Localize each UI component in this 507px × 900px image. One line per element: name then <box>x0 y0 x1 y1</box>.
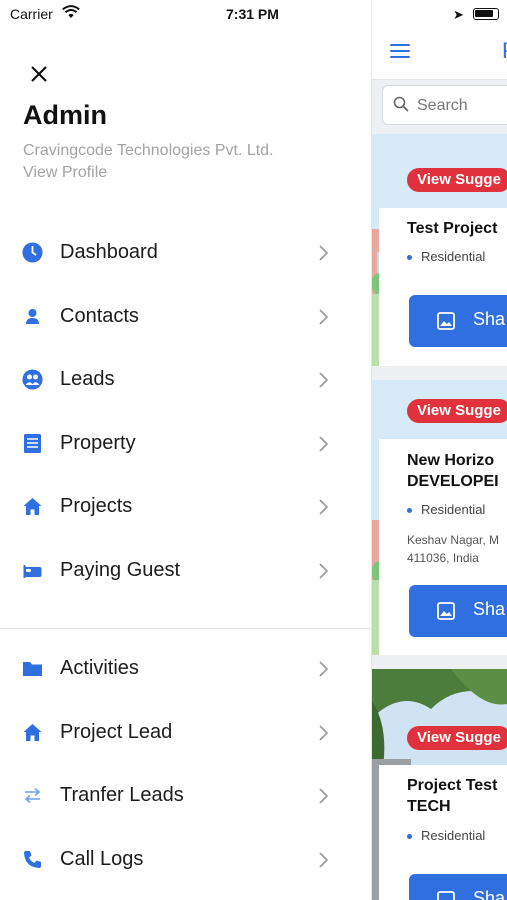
home-icon <box>23 498 42 515</box>
close-icon[interactable] <box>30 65 48 83</box>
chevron-right-icon <box>319 661 328 677</box>
project-title-line: TECH <box>407 798 451 815</box>
project-title-line: Project Test <box>407 777 498 794</box>
location-arrow-icon: ➤ <box>453 7 464 22</box>
chevron-right-icon <box>319 563 328 579</box>
menu-item-leads[interactable]: Leads <box>0 357 350 403</box>
phone-icon <box>24 851 41 868</box>
status-bar: Carrier 7:31 PM <box>0 0 372 30</box>
menu-item-label: Projects <box>60 495 133 517</box>
chevron-right-icon <box>319 245 328 261</box>
chevron-right-icon <box>319 852 328 868</box>
menu-item-property[interactable]: Property <box>0 421 350 467</box>
background-app-screen: ➤ P View Sugge Test Project Residential … <box>371 0 507 900</box>
chevron-right-icon <box>319 436 328 452</box>
menu-item-label: Activities <box>60 657 139 679</box>
project-card[interactable]: View Sugge Project Test TECH Residential… <box>371 669 507 900</box>
chevron-right-icon <box>319 499 328 515</box>
dashboard-icon <box>22 242 43 263</box>
property-document-icon <box>24 434 41 453</box>
menu-item-label: Paying Guest <box>60 559 181 581</box>
menu-item-dashboard[interactable]: Dashboard <box>0 230 350 276</box>
project-address-line: 411036, India <box>407 551 479 565</box>
leads-group-icon <box>22 369 43 390</box>
chevron-right-icon <box>319 309 328 325</box>
app-header-title: P <box>502 38 507 64</box>
view-suggestions-badge[interactable]: View Sugge <box>407 168 507 192</box>
search-icon <box>393 96 409 112</box>
image-gallery-icon <box>437 312 455 330</box>
project-title: Test Project <box>407 220 498 237</box>
menu-item-project-lead[interactable]: Project Lead <box>0 710 350 756</box>
battery-icon <box>473 8 499 20</box>
view-profile-link[interactable]: View Profile <box>23 164 107 182</box>
bullet-dot-icon <box>407 834 412 840</box>
chevron-right-icon <box>319 372 328 388</box>
app-header: P <box>371 30 507 80</box>
menu-item-contacts[interactable]: Contacts <box>0 294 350 340</box>
folder-icon <box>23 662 42 676</box>
chevron-right-icon <box>319 788 328 804</box>
wifi-icon <box>62 5 80 18</box>
transfer-arrows-icon <box>24 787 41 804</box>
project-card[interactable]: View Sugge New Horizo DEVELOPEI Resident… <box>371 380 507 655</box>
view-suggestions-badge[interactable]: View Sugge <box>407 726 507 750</box>
contact-person-icon <box>26 309 39 324</box>
navigation-drawer: Carrier 7:31 PM Admin Cravingcode Techno… <box>0 0 372 900</box>
menu-item-call-logs[interactable]: Call Logs <box>0 837 350 883</box>
project-title-line: DEVELOPEI <box>407 473 499 490</box>
home-icon <box>23 724 42 741</box>
menu-item-label: Property <box>60 432 136 454</box>
share-button[interactable]: Sha <box>409 874 507 900</box>
menu-item-transfer-leads[interactable]: Tranfer Leads <box>0 773 350 819</box>
menu-item-activities[interactable]: Activities <box>0 646 350 692</box>
menu-item-label: Project Lead <box>60 721 173 743</box>
image-gallery-icon <box>437 602 455 620</box>
search-input[interactable] <box>417 94 507 118</box>
menu-divider <box>0 628 372 629</box>
project-address-line: Keshav Nagar, M <box>407 533 500 547</box>
property-type-chip: Residential <box>407 502 485 517</box>
menu-item-label: Leads <box>60 368 115 390</box>
project-card[interactable]: View Sugge Test Project Residential Sha <box>371 134 507 366</box>
bullet-dot-icon <box>407 255 412 261</box>
property-type-chip: Residential <box>407 249 485 264</box>
carrier-label: Carrier <box>10 6 53 22</box>
bed-icon <box>23 565 42 578</box>
menu-item-label: Dashboard <box>60 241 158 263</box>
menu-item-label: Contacts <box>60 305 139 327</box>
user-name: Admin <box>23 100 107 130</box>
image-gallery-icon <box>437 891 455 900</box>
app-status-bar: ➤ <box>371 0 507 30</box>
menu-item-label: Tranfer Leads <box>60 784 184 806</box>
bullet-dot-icon <box>407 508 412 514</box>
property-type-chip: Residential <box>407 828 485 843</box>
search-bar[interactable] <box>382 85 507 125</box>
share-button[interactable]: Sha <box>409 585 507 637</box>
menu-item-label: Call Logs <box>60 848 144 870</box>
share-button[interactable]: Sha <box>409 295 507 347</box>
project-title-line: New Horizo <box>407 452 495 469</box>
status-time: 7:31 PM <box>226 6 279 22</box>
menu-item-paying-guest[interactable]: Paying Guest <box>0 548 350 594</box>
chevron-right-icon <box>319 725 328 741</box>
hamburger-menu-icon[interactable] <box>390 44 410 60</box>
view-suggestions-badge[interactable]: View Sugge <box>407 399 507 423</box>
menu-item-projects[interactable]: Projects <box>0 484 350 530</box>
company-name: Cravingcode Technologies Pvt. Ltd. <box>23 142 274 159</box>
